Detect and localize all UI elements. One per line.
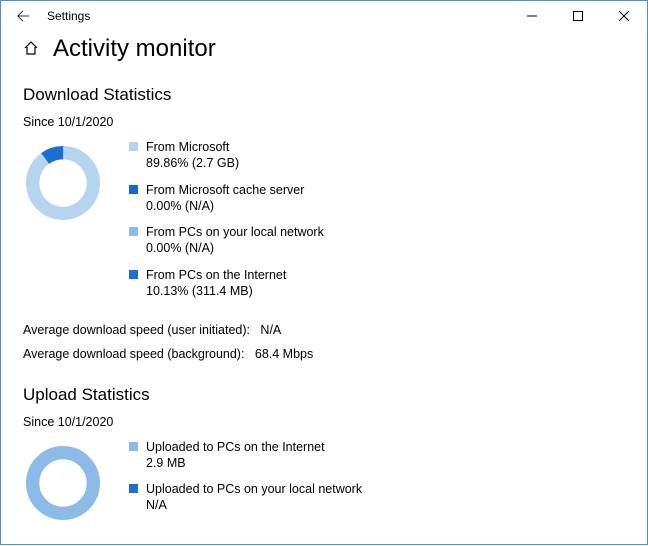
legend-value: 2.9 MB (146, 455, 325, 471)
avg-user-label: Average download speed (user initiated): (23, 323, 250, 337)
download-section-title: Download Statistics (23, 85, 625, 105)
legend-item: From Microsoft cache server 0.00% (N/A) (129, 182, 324, 215)
page-header: Activity monitor (23, 35, 625, 63)
avg-bg-label: Average download speed (background): (23, 347, 244, 361)
legend-item: From PCs on your local network 0.00% (N/… (129, 224, 324, 257)
swatch (129, 270, 138, 279)
upload-legend: Uploaded to PCs on the Internet 2.9 MB U… (129, 439, 362, 524)
upload-since: Since 10/1/2020 (23, 415, 625, 429)
legend-item: From PCs on the Internet 10.13% (311.4 M… (129, 267, 324, 300)
legend-value: N/A (146, 497, 362, 513)
minimize-button[interactable] (509, 1, 555, 31)
legend-item: Uploaded to PCs on the Internet 2.9 MB (129, 439, 362, 472)
legend-value: 89.86% (2.7 GB) (146, 155, 239, 171)
content: Activity monitor Download Statistics Sin… (1, 31, 647, 546)
maximize-button[interactable] (555, 1, 601, 31)
legend-item: Uploaded to PCs on your local network N/… (129, 481, 362, 514)
back-button[interactable] (9, 2, 37, 30)
close-icon (619, 11, 629, 21)
download-donut-chart (23, 139, 111, 226)
titlebar: Settings (1, 1, 647, 31)
upload-donut-chart (23, 439, 111, 526)
download-legend: From Microsoft 89.86% (2.7 GB) From Micr… (129, 139, 324, 309)
legend-label: Uploaded to PCs on the Internet (146, 439, 325, 455)
upload-section-title: Upload Statistics (23, 385, 625, 405)
window-title: Settings (37, 9, 90, 23)
download-since: Since 10/1/2020 (23, 115, 625, 129)
page-title: Activity monitor (53, 35, 216, 63)
maximize-icon (573, 11, 583, 21)
window-buttons (509, 1, 647, 31)
legend-label: Uploaded to PCs on your local network (146, 481, 362, 497)
legend-value: 0.00% (N/A) (146, 198, 304, 214)
arrow-left-icon (16, 9, 30, 23)
legend-value: 10.13% (311.4 MB) (146, 283, 286, 299)
avg-bg-value: 68.4 Mbps (255, 347, 313, 361)
swatch (129, 142, 138, 151)
download-stat-block: From Microsoft 89.86% (2.7 GB) From Micr… (23, 139, 625, 309)
legend-label: From Microsoft (146, 139, 239, 155)
swatch (129, 227, 138, 236)
legend-label: From Microsoft cache server (146, 182, 304, 198)
legend-value: 0.00% (N/A) (146, 240, 324, 256)
close-button[interactable] (601, 1, 647, 31)
legend-label: From PCs on your local network (146, 224, 324, 240)
legend-item: From Microsoft 89.86% (2.7 GB) (129, 139, 324, 172)
minimize-icon (527, 11, 537, 21)
swatch (129, 442, 138, 451)
swatch (129, 185, 138, 194)
upload-stat-block: Uploaded to PCs on the Internet 2.9 MB U… (23, 439, 625, 526)
legend-label: From PCs on the Internet (146, 267, 286, 283)
home-icon[interactable] (23, 40, 39, 59)
avg-user-value: N/A (260, 323, 281, 337)
swatch (129, 484, 138, 493)
download-metrics: Average download speed (user initiated):… (23, 319, 625, 367)
